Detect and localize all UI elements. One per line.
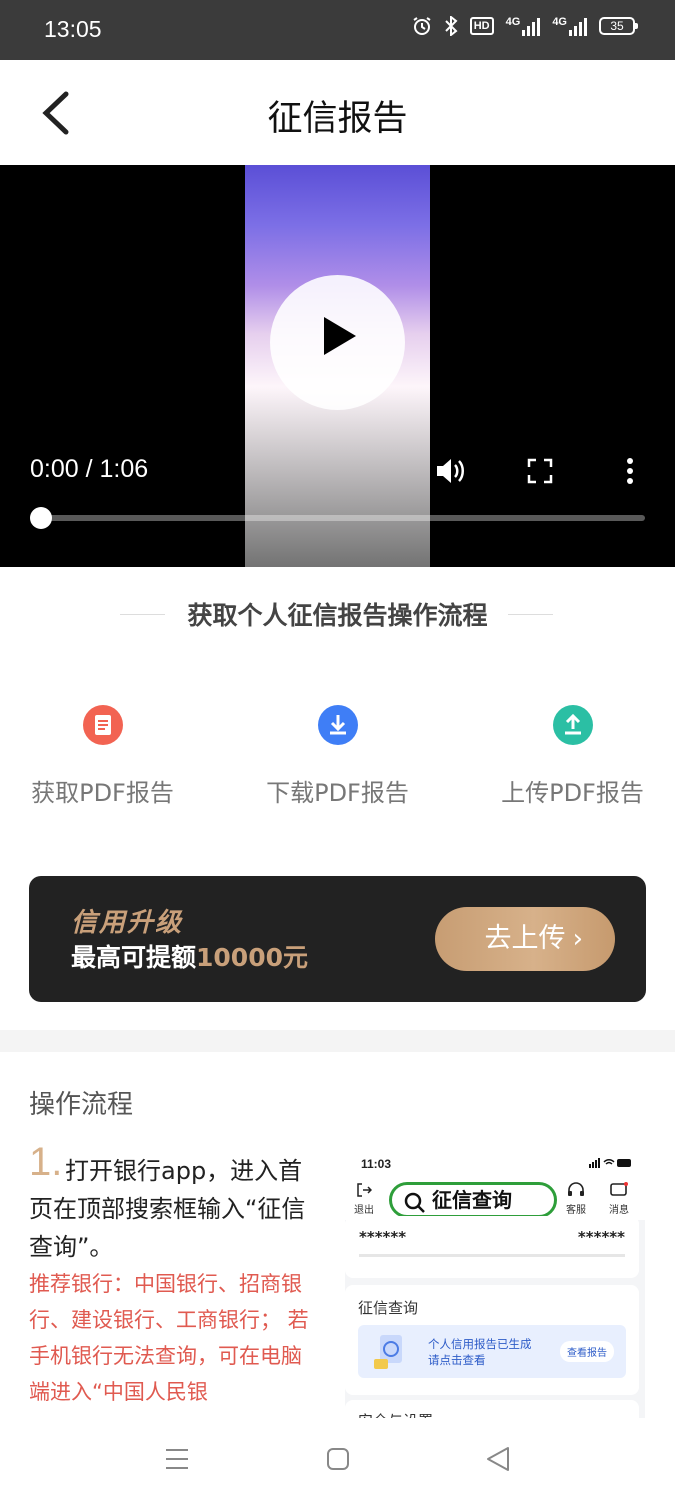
alarm-icon [413, 17, 431, 35]
flow-title: 操作流程 [29, 1090, 134, 1120]
credit-upgrade-banner[interactable]: 信用升级 最高可提额10000元 去上传 › [29, 876, 646, 1002]
signal-icon: 4G [506, 16, 541, 36]
recommend-banks: 推荐银行：中国银行、招商银行、建设银行、工商银行； 若手机银行无法查询，可在电脑… [29, 1272, 309, 1404]
step-get-pdf[interactable]: 获取PDF报告 [0, 700, 215, 808]
step-upload-pdf[interactable]: 上传PDF报告 [460, 700, 675, 808]
video-progress-knob[interactable] [30, 507, 52, 529]
card-title: 征信查询 [358, 1299, 419, 1317]
volume-icon[interactable] [434, 455, 466, 487]
banner-subtitle: 最高可提额10000元 [71, 943, 308, 972]
settings-card: 安全与设置 [345, 1400, 639, 1418]
headset-icon [568, 1182, 584, 1196]
report-ready-banner: 个人信用报告已生成 请点击查看 查看报告 [358, 1325, 626, 1378]
logout-item: 退出 [349, 1182, 379, 1216]
divider-right [508, 614, 553, 615]
status-time: 13:05 [44, 16, 102, 42]
play-icon [324, 317, 356, 355]
search-icon [404, 1192, 425, 1213]
bluetooth-icon [445, 16, 458, 36]
message-icon [610, 1182, 628, 1196]
banner-amount: 10000元 [196, 943, 308, 972]
step-download-pdf[interactable]: 下载PDF报告 [225, 700, 450, 808]
credit-query-card: 征信查询 个人信用报告已生成 请点击查看 查看报告 [345, 1285, 639, 1395]
service-item: 客服 [561, 1182, 591, 1216]
system-nav-bar [0, 1418, 675, 1500]
account-card: ****** ****** [345, 1216, 639, 1278]
fullscreen-icon[interactable] [527, 458, 553, 484]
back-triangle-icon[interactable] [486, 1446, 510, 1472]
upload-button[interactable]: 去上传 › [435, 907, 615, 971]
app-header: 征信报告 [0, 60, 675, 165]
banner-headline: 信用升级 [71, 908, 184, 938]
play-button[interactable] [270, 275, 405, 410]
step-description: 打开银行app，进入首页在顶部搜索框输入“征信查询”。 [29, 1157, 306, 1261]
step-label: 下载PDF报告 [266, 779, 409, 807]
menu-icon[interactable] [165, 1448, 189, 1470]
section-gap [0, 1030, 675, 1052]
hd-icon: HD [469, 17, 494, 35]
shot-time: 11:03 [361, 1157, 392, 1171]
upload-icon [552, 705, 593, 745]
status-icons [589, 1158, 631, 1168]
video-player[interactable]: 0:00 / 1:06 [0, 165, 675, 567]
page-title: 征信报告 [267, 99, 408, 139]
document-icon [82, 705, 123, 745]
status-icons: HD 4G 4G 35 [412, 16, 638, 36]
report-illustration-icon [374, 1335, 402, 1369]
message-item: 消息 [604, 1182, 634, 1216]
step-label: 获取PDF报告 [31, 779, 174, 807]
logout-icon [357, 1183, 373, 1197]
battery-icon: 35 [599, 17, 638, 35]
signal-icon-2: 4G [552, 16, 587, 36]
step-label: 上传PDF报告 [501, 779, 644, 807]
video-time: 0:00 / 1:06 [30, 455, 149, 483]
download-icon [317, 705, 358, 745]
status-bar: 13:05 HD 4G 4G 35 [0, 0, 675, 60]
upload-button-label: 去上传 [484, 923, 566, 954]
view-report-button: 查看报告 [560, 1341, 614, 1362]
more-vert-icon[interactable] [624, 457, 636, 485]
chevron-right-icon: › [572, 924, 583, 954]
home-square-icon[interactable] [326, 1447, 350, 1471]
video-progress-track[interactable] [40, 515, 645, 521]
process-title: 获取个人征信报告操作流程 [187, 601, 488, 630]
shot-search-bar: 征信查询 [389, 1182, 557, 1218]
example-screenshot: 11:03 退出 征信查询 客服 消息 ****** ****** 征信查询 个… [345, 1150, 645, 1418]
